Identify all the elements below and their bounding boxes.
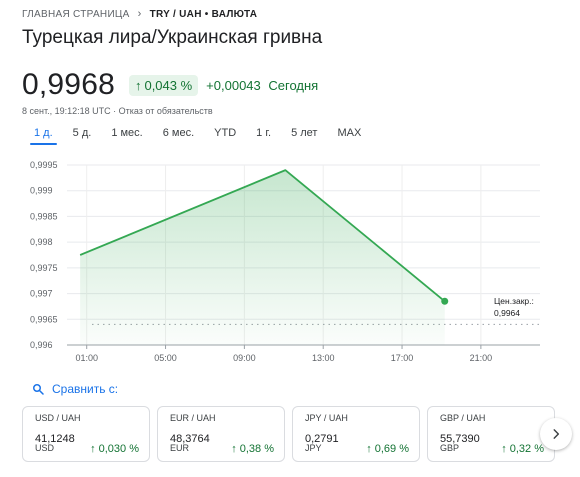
compare-card[interactable]: USD / UAH 41,1248 USD ↑ 0,030 %	[22, 406, 150, 462]
change-period: Сегодня	[268, 77, 319, 93]
card-change-value: 0,69 %	[374, 443, 409, 455]
compare-card[interactable]: GBP / UAH 55,7390 GBP ↑ 0,32 %	[427, 406, 555, 462]
tab-range-7[interactable]: MAX	[327, 127, 371, 145]
card-footer: GBP ↑ 0,32 %	[440, 443, 544, 455]
price-chart: 0,9995 0,999 0,9985 0,998 0,9975 0,997 0,9965 0…	[30, 160, 540, 363]
arrow-up-icon: ↑	[501, 443, 510, 455]
compare-card[interactable]: EUR / UAH 48,3764 EUR ↑ 0,38 %	[157, 406, 285, 462]
x-tick-label: 17:00	[391, 353, 414, 363]
card-pair: JPY / UAH	[305, 413, 348, 423]
card-pair: GBP / UAH	[440, 413, 486, 423]
card-change: ↑ 0,030 %	[90, 443, 139, 455]
y-tick-label: 0,999	[30, 186, 53, 196]
arrow-up-icon: ↑	[134, 77, 142, 93]
chevron-right-icon	[553, 429, 560, 439]
compare-label: Сравнить с:	[52, 382, 119, 396]
change-absolute: +0,00043 Сегодня	[206, 78, 318, 93]
tab-range-0[interactable]: 1 д.	[24, 127, 63, 145]
compare-link[interactable]: Сравнить с:	[32, 382, 118, 396]
card-pair: USD / UAH	[35, 413, 81, 423]
search-icon	[33, 384, 44, 395]
y-tick-label: 0,997	[30, 289, 53, 299]
x-tick-label: 05:00	[154, 353, 177, 363]
change-percent-badge: ↑ 0,043 %	[128, 74, 199, 96]
tab-range-3[interactable]: 6 мес.	[153, 127, 204, 145]
tab-range-1[interactable]: 5 д.	[63, 127, 102, 145]
y-tick-label: 0,9995	[30, 160, 58, 170]
card-change: ↑ 0,32 %	[501, 443, 544, 455]
y-tick-label: 0,9965	[30, 314, 58, 324]
x-tick-label: 13:00	[312, 353, 335, 363]
card-code: USD	[35, 443, 55, 453]
y-tick-label: 0,9985	[30, 211, 58, 221]
change-percent: 0,043 %	[144, 77, 193, 93]
card-change-value: 0,030 %	[98, 443, 139, 455]
change-absolute-value: +0,00043	[206, 77, 261, 93]
card-change-value: 0,32 %	[509, 443, 544, 455]
card-change-value: 0,38 %	[239, 443, 274, 455]
last-price-dot	[441, 297, 449, 305]
card-footer: USD ↑ 0,030 %	[35, 443, 139, 455]
compare-cards: USD / UAH 41,1248 USD ↑ 0,030 % EUR / UAH 48,…	[22, 406, 562, 462]
tab-range-4[interactable]: YTD	[204, 127, 246, 145]
card-code: EUR	[170, 443, 190, 453]
x-tick-label: 21:00	[470, 353, 493, 363]
previous-close-value: 0,9964	[494, 308, 520, 318]
card-footer: EUR ↑ 0,38 %	[170, 443, 274, 455]
breadcrumb-home[interactable]: ГЛАВНАЯ СТРАНИЦА	[22, 9, 130, 20]
price-area	[80, 170, 445, 345]
card-code: GBP	[440, 443, 460, 453]
y-tick-label: 0,996	[30, 340, 53, 350]
card-change: ↑ 0,69 %	[366, 443, 409, 455]
price-row: 0,9968 ↑ 0,043 % +0,00043 Сегодня	[22, 68, 318, 102]
arrow-up-icon: ↑	[231, 443, 240, 455]
arrow-up-icon: ↑	[90, 443, 99, 455]
current-price: 0,9968	[22, 68, 115, 101]
arrow-up-icon: ↑	[366, 443, 375, 455]
breadcrumb: ГЛАВНАЯ СТРАНИЦА › TRY / UAH • ВАЛЮТА	[22, 8, 257, 20]
card-code: JPY	[305, 443, 322, 453]
card-footer: JPY ↑ 0,69 %	[305, 443, 409, 455]
next-cards-button[interactable]	[540, 418, 572, 450]
breadcrumb-current: TRY / UAH • ВАЛЮТА	[149, 8, 258, 20]
chevron-right-icon: ›	[137, 8, 142, 20]
x-tick-label: 01:00	[75, 353, 98, 363]
tab-range-6[interactable]: 5 лет	[281, 127, 327, 145]
previous-close-label: Цен.закр.:	[494, 296, 534, 306]
y-tick-label: 0,998	[30, 237, 53, 247]
card-change: ↑ 0,38 %	[231, 443, 274, 455]
range-tabs: 1 д. 5 д. 1 мес. 6 мес. YTD 1 г. 5 лет MAX	[24, 127, 371, 145]
compare-card[interactable]: JPY / UAH 0,2791 JPY ↑ 0,69 %	[292, 406, 420, 462]
y-tick-label: 0,9975	[30, 263, 58, 273]
tab-range-2[interactable]: 1 мес.	[101, 127, 152, 145]
page-title: Турецкая лира/Украинская гривна	[22, 27, 323, 48]
timestamp-disclaimer: 8 сент., 19:12:18 UTC · Отказ от обязате…	[22, 106, 213, 116]
tab-range-5[interactable]: 1 г.	[246, 127, 281, 145]
card-pair: EUR / UAH	[170, 413, 216, 423]
x-tick-label: 09:00	[233, 353, 256, 363]
